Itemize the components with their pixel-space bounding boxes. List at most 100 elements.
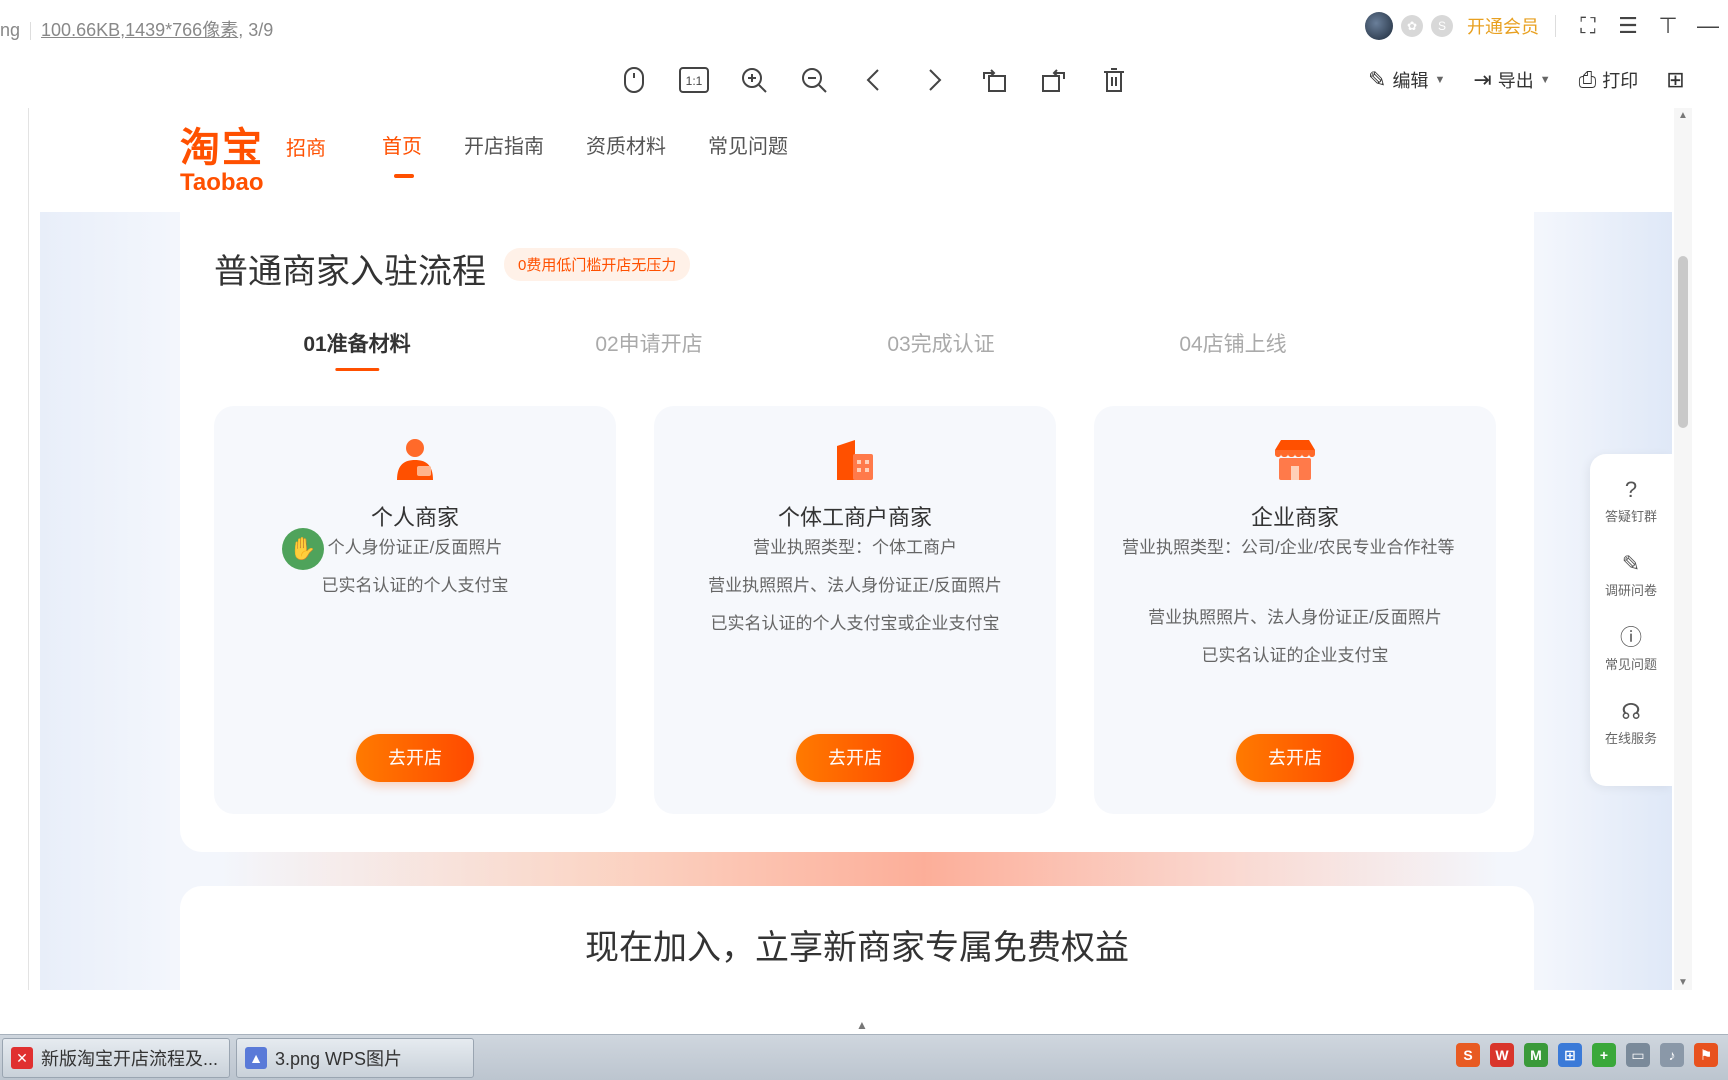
volume-icon[interactable]: ♪ bbox=[1660, 1043, 1684, 1067]
taskbar-item-wps-doc[interactable]: ✕ 新版淘宝开店流程及... bbox=[2, 1038, 230, 1078]
app-tray-icon[interactable]: M bbox=[1524, 1043, 1548, 1067]
system-tray: S W M ⊞ + ▭ ♪ ⚑ bbox=[1446, 1043, 1718, 1067]
file-ext-partial: ng bbox=[0, 20, 21, 40]
title-right-controls: ✿ S 开通会员 ⛶ ☰ ⊤ — bbox=[1365, 10, 1728, 42]
scroll-thumb[interactable] bbox=[1678, 256, 1688, 428]
print-label: 打印 bbox=[1602, 71, 1639, 91]
tab-step-3[interactable]: 03完成认证 bbox=[887, 328, 994, 358]
float-label: 调研问卷 bbox=[1604, 583, 1657, 598]
coin-icon[interactable]: S bbox=[1431, 15, 1453, 37]
float-item-qa-group[interactable]: ? 答疑钉群 bbox=[1590, 476, 1672, 525]
wps-icon: ✕ bbox=[11, 1047, 33, 1069]
tab-step-4[interactable]: 04店铺上线 bbox=[1179, 328, 1286, 358]
zoom-in-icon[interactable] bbox=[724, 60, 784, 100]
headset-icon: ☊ bbox=[1621, 699, 1641, 724]
card-title: 企业商家 bbox=[1250, 505, 1339, 530]
menu-icon[interactable]: ☰ bbox=[1608, 13, 1648, 39]
rotate-left-icon[interactable] bbox=[964, 60, 1024, 100]
card-requirement: 已实名认证的个人支付宝 bbox=[321, 576, 509, 595]
viewer-toolbar: 1:1 ✎ 编辑 ▼ ⇥ 导出 ▼ ⎙ 打印 ⊞ bbox=[0, 52, 1728, 108]
task-label: 3.png WPS图片 bbox=[275, 1049, 403, 1069]
divider bbox=[1555, 15, 1556, 37]
taobao-logo[interactable]: 淘宝 Taobao 招商 bbox=[180, 126, 326, 196]
next-icon[interactable] bbox=[904, 60, 964, 100]
card-requirement: 已实名认证的企业支付宝 bbox=[1201, 646, 1389, 665]
merchant-card-enterprise: 企业商家 营业执照类型：公司/企业/农民专业合作社等 营业执照照片、法人身份证正… bbox=[1094, 406, 1496, 814]
delete-icon[interactable] bbox=[1084, 60, 1144, 100]
card-requirement: 营业执照照片、法人身份证正/反面照片 bbox=[708, 576, 1002, 595]
file-info: ng 100.66KB,1439*766像素, 3/9 bbox=[0, 16, 273, 42]
tab-step-2[interactable]: 02申请开店 bbox=[595, 328, 702, 358]
nav-item-faq[interactable]: 常见问题 bbox=[708, 130, 788, 159]
scroll-up-icon[interactable]: ▲ bbox=[1676, 110, 1690, 121]
security-tray-icon[interactable]: + bbox=[1592, 1043, 1616, 1067]
float-item-online-service[interactable]: ☊ 在线服务 bbox=[1590, 698, 1672, 747]
chevron-down-icon: ▼ bbox=[1434, 74, 1446, 86]
grid-view-icon[interactable]: ⊞ bbox=[1666, 67, 1690, 93]
viewer-left-edge bbox=[28, 108, 29, 990]
taskbar-item-wps-image[interactable]: ▲ 3.png WPS图片 bbox=[236, 1038, 474, 1078]
card-title: 个人商家 bbox=[370, 505, 459, 530]
zoom-out-icon[interactable] bbox=[784, 60, 844, 100]
person-icon bbox=[397, 439, 433, 480]
toolbar-right: ✎ 编辑 ▼ ⇥ 导出 ▼ ⎙ 打印 ⊞ bbox=[1368, 60, 1719, 100]
input-method-icon[interactable]: S bbox=[1456, 1043, 1480, 1067]
pen-icon: ✎ bbox=[1621, 551, 1641, 576]
mouse-icon[interactable] bbox=[604, 60, 664, 100]
site-header: 淘宝 Taobao 招商 首页 开店指南 资质材料 常见问题 bbox=[40, 108, 1672, 212]
export-button[interactable]: ⇥ 导出 ▼ bbox=[1473, 67, 1550, 93]
vertical-scrollbar[interactable]: ▲ ▼ bbox=[1674, 108, 1692, 990]
float-item-faq[interactable]: ⓘ 常见问题 bbox=[1590, 624, 1672, 673]
vip-button[interactable]: 开通会员 bbox=[1467, 13, 1539, 39]
network-tray-icon[interactable]: ⊞ bbox=[1558, 1043, 1582, 1067]
image-dimensions[interactable]: ,1439*766像素 bbox=[120, 20, 238, 40]
notification-flag-icon[interactable]: ⚑ bbox=[1694, 1043, 1718, 1067]
step-tabs: 01准备材料 02申请开店 03完成认证 04店铺上线 bbox=[180, 328, 1534, 378]
info-icon: ⓘ bbox=[1619, 625, 1642, 650]
printer-icon: ⎙ bbox=[1578, 67, 1597, 92]
expand-thumbnails-icon[interactable]: ▲ bbox=[856, 1018, 868, 1032]
edit-button[interactable]: ✎ 编辑 ▼ bbox=[1368, 67, 1445, 93]
tab-step-1[interactable]: 01准备材料 bbox=[303, 328, 411, 371]
hand-cursor-icon: ✋ bbox=[282, 528, 324, 570]
user-avatar[interactable] bbox=[1365, 12, 1393, 40]
card-title: 个体工商户商家 bbox=[777, 505, 932, 530]
benefits-panel: 现在加入，立享新商家专属免费权益 bbox=[180, 886, 1534, 990]
float-label: 常见问题 bbox=[1604, 657, 1657, 672]
open-store-button[interactable]: 去开店 bbox=[1236, 734, 1354, 782]
nav-item-qualifications[interactable]: 资质材料 bbox=[586, 130, 666, 159]
onboarding-panel: 普通商家入驻流程 0费用低门槛开店无压力 01准备材料 02申请开店 03完成认… bbox=[180, 212, 1534, 852]
scroll-down-icon[interactable]: ▼ bbox=[1676, 977, 1690, 988]
question-icon: ? bbox=[1624, 477, 1638, 502]
device-tray-icon[interactable]: ▭ bbox=[1626, 1043, 1650, 1067]
edit-label: 编辑 bbox=[1392, 71, 1429, 91]
nav-item-guide[interactable]: 开店指南 bbox=[464, 130, 544, 159]
nav-item-home[interactable]: 首页 bbox=[382, 130, 422, 178]
chevron-down-icon: ▼ bbox=[1539, 74, 1551, 86]
fullscreen-icon[interactable]: ⛶ bbox=[1568, 13, 1608, 39]
building-icon bbox=[837, 440, 873, 480]
os-taskbar: ✕ 新版淘宝开店流程及... ▲ 3.png WPS图片 S W M ⊞ + ▭… bbox=[0, 1034, 1728, 1080]
previous-icon[interactable] bbox=[844, 60, 904, 100]
rotate-right-icon[interactable] bbox=[1024, 60, 1084, 100]
file-size[interactable]: 100.66KB bbox=[41, 20, 120, 40]
float-label: 在线服务 bbox=[1604, 731, 1657, 746]
merchant-card-individual: 个人商家 个人身份证正/反面照片 已实名认证的个人支付宝 去开店 bbox=[214, 406, 616, 814]
image-app-icon: ▲ bbox=[245, 1047, 267, 1069]
storefront-icon bbox=[1275, 440, 1315, 480]
actual-size-icon[interactable]: 1:1 bbox=[664, 60, 724, 100]
export-icon: ⇥ bbox=[1473, 67, 1492, 92]
wps-tray-icon[interactable]: W bbox=[1490, 1043, 1514, 1067]
displayed-image[interactable]: 淘宝 Taobao 招商 首页 开店指南 资质材料 常见问题 普通商家入驻流程 … bbox=[40, 108, 1672, 990]
floating-service-bar: ? 答疑钉群 ✎ 调研问卷 ⓘ 常见问题 ☊ 在线服务 bbox=[1590, 454, 1672, 786]
float-item-survey[interactable]: ✎ 调研问卷 bbox=[1590, 550, 1672, 599]
minimize-icon[interactable]: — bbox=[1688, 13, 1728, 39]
open-store-button[interactable]: 去开店 bbox=[796, 734, 914, 782]
badge-icon[interactable]: ✿ bbox=[1401, 15, 1423, 37]
float-label: 答疑钉群 bbox=[1604, 509, 1657, 524]
edit-icon: ✎ bbox=[1368, 67, 1387, 92]
pin-icon[interactable]: ⊤ bbox=[1648, 13, 1688, 39]
card-requirement: 已实名认证的个人支付宝或企业支付宝 bbox=[710, 614, 1000, 633]
print-button[interactable]: ⎙ 打印 bbox=[1579, 67, 1639, 93]
open-store-button[interactable]: 去开店 bbox=[356, 734, 474, 782]
